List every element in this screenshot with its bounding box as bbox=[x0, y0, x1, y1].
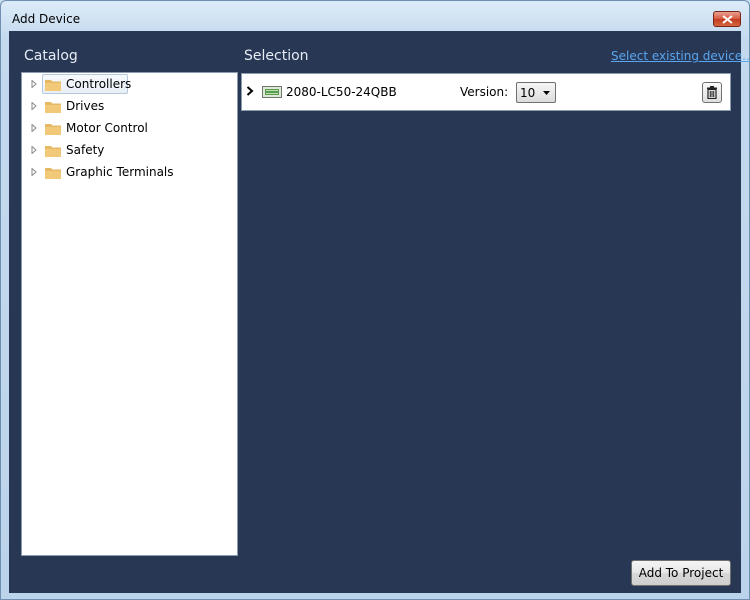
dropdown-arrow-icon bbox=[543, 91, 550, 95]
select-existing-device-link[interactable]: Select existing device... bbox=[611, 49, 749, 63]
tree-item-label: Motor Control bbox=[66, 121, 148, 135]
expand-arrow-icon[interactable] bbox=[31, 124, 37, 132]
tree-item-motor-control[interactable]: Motor Control bbox=[22, 118, 232, 138]
version-value: 10 bbox=[520, 86, 536, 100]
folder-icon bbox=[45, 168, 61, 179]
add-device-dialog: Add Device Catalog Selection Select exis… bbox=[0, 0, 750, 600]
folder-icon bbox=[45, 80, 61, 91]
selection-heading: Selection bbox=[244, 48, 309, 64]
expand-arrow-icon[interactable] bbox=[31, 80, 37, 88]
folder-icon bbox=[45, 124, 61, 135]
tree-item-label: Safety bbox=[66, 143, 105, 157]
add-to-project-button[interactable]: Add To Project bbox=[631, 560, 731, 586]
dialog-content: Catalog Selection Select existing device… bbox=[9, 31, 749, 593]
device-name: 2080-LC50-24QBB bbox=[286, 85, 397, 99]
expand-chevron-icon[interactable] bbox=[246, 86, 254, 96]
tree-item-label: Controllers bbox=[66, 77, 132, 91]
selected-device-row: 2080-LC50-24QBB Version: 10 bbox=[241, 73, 731, 111]
delete-device-button[interactable] bbox=[702, 82, 722, 103]
version-label: Version: bbox=[460, 85, 509, 99]
version-dropdown[interactable]: 10 bbox=[516, 82, 556, 103]
title-bar: Add Device bbox=[1, 1, 749, 33]
expand-arrow-icon[interactable] bbox=[31, 168, 37, 176]
expand-arrow-icon[interactable] bbox=[31, 146, 37, 154]
tree-item-drives[interactable]: Drives bbox=[22, 96, 232, 116]
window-title: Add Device bbox=[12, 12, 81, 26]
controller-device-icon bbox=[262, 86, 282, 98]
tree-item-label: Drives bbox=[66, 99, 105, 113]
close-icon bbox=[722, 15, 733, 24]
close-button[interactable] bbox=[713, 11, 741, 27]
expand-arrow-icon[interactable] bbox=[31, 102, 37, 110]
tree-item-safety[interactable]: Safety bbox=[22, 140, 232, 160]
tree-item-graphic-terminals[interactable]: Graphic Terminals bbox=[22, 162, 232, 182]
trash-icon bbox=[707, 86, 717, 99]
tree-item-controllers[interactable]: Controllers bbox=[22, 74, 232, 94]
folder-icon bbox=[45, 146, 61, 157]
catalog-heading: Catalog bbox=[24, 48, 78, 64]
catalog-tree[interactable]: Controllers Drives Motor Control Safety bbox=[21, 72, 238, 556]
tree-item-label: Graphic Terminals bbox=[66, 165, 174, 179]
folder-icon bbox=[45, 102, 61, 113]
